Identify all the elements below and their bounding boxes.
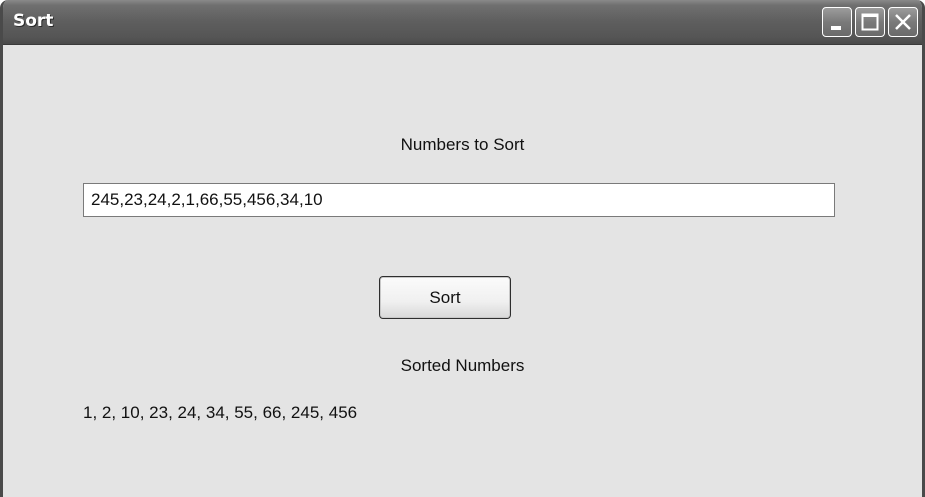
numbers-to-sort-label: Numbers to Sort — [400, 135, 525, 154]
sort-window: Sort Numbers to Sort Sort Sorted Numbers… — [0, 0, 925, 497]
title-bar[interactable]: Sort — [3, 0, 922, 45]
sorted-numbers-label: Sorted Numbers — [400, 356, 525, 375]
form-area: Numbers to Sort Sort Sorted Numbers 1, 2… — [3, 45, 922, 497]
maximize-button[interactable] — [855, 7, 885, 37]
window-title: Sort — [13, 11, 54, 31]
maximize-icon — [861, 13, 879, 31]
close-icon — [895, 14, 911, 30]
sort-button[interactable]: Sort — [379, 276, 511, 319]
close-button[interactable] — [888, 7, 918, 37]
numbers-input[interactable] — [83, 183, 835, 217]
minimize-button[interactable] — [822, 7, 852, 37]
sorted-result: 1, 2, 10, 23, 24, 34, 55, 66, 245, 456 — [83, 403, 358, 422]
minimize-icon — [831, 26, 841, 30]
